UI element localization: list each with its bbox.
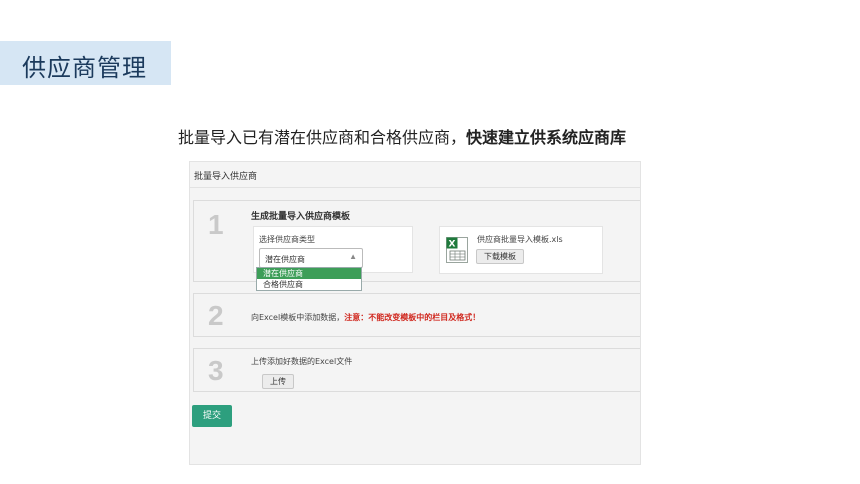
dropdown-option[interactable]: 潜在供应商 [257, 268, 361, 279]
dropdown-option[interactable]: 合格供应商 [257, 279, 361, 290]
step-1-title: 生成批量导入供应商模板 [251, 212, 351, 222]
step-2-warning: 注意：不能改变模板中的栏目及格式！ [344, 313, 481, 322]
svg-text:X: X [449, 240, 456, 250]
step-2-text: 向Excel模板中添加数据，注意：不能改变模板中的栏目及格式！ [251, 312, 480, 323]
caret-up-icon: ▲ [349, 252, 357, 261]
headline-normal: 批量导入已有潜在供应商和合格供应商， [178, 128, 467, 147]
step-1-number: 1 [208, 209, 224, 240]
slide-headline: 批量导入已有潜在供应商和合格供应商，快速建立供系统应商库 [178, 124, 626, 148]
step-2-number: 2 [208, 300, 224, 331]
panel-title: 批量导入供应商 [194, 172, 258, 182]
supplier-type-box: 选择供应商类型 潜在供应商 ▲ [253, 226, 413, 273]
template-filename: 供应商批量导入模板.xls [477, 235, 563, 244]
headline-bold: 快速建立供系统应商库 [466, 128, 627, 147]
supplier-type-select-value: 潜在供应商 [265, 255, 305, 264]
step-3-number: 3 [208, 355, 224, 386]
slide-title: 供应商管理 [22, 54, 147, 82]
import-panel: 批量导入供应商 1 生成批量导入供应商模板 选择供应商类型 潜在供应商 ▲ X [189, 161, 641, 465]
supplier-type-label: 选择供应商类型 [259, 235, 315, 244]
download-template-button[interactable]: 下载模板 [476, 249, 524, 264]
panel-header: 批量导入供应商 [190, 162, 640, 188]
slide-title-band: 供应商管理 [0, 41, 171, 85]
upload-button[interactable]: 上传 [262, 374, 294, 389]
supplier-type-select[interactable]: 潜在供应商 ▲ [259, 248, 363, 268]
excel-file-icon: X [446, 237, 468, 263]
step-2-instruction: 向Excel模板中添加数据， [251, 313, 345, 322]
submit-button[interactable]: 提交 [192, 405, 232, 427]
step-3: 3 上传添加好数据的Excel文件 上传 [193, 348, 640, 392]
template-download-box: X 供应商批量导入模板.xls 下载模板 [439, 226, 603, 274]
supplier-type-dropdown: 潜在供应商 合格供应商 [256, 267, 362, 291]
step-2: 2 向Excel模板中添加数据，注意：不能改变模板中的栏目及格式！ [193, 293, 640, 337]
step-3-text: 上传添加好数据的Excel文件 [251, 357, 353, 366]
